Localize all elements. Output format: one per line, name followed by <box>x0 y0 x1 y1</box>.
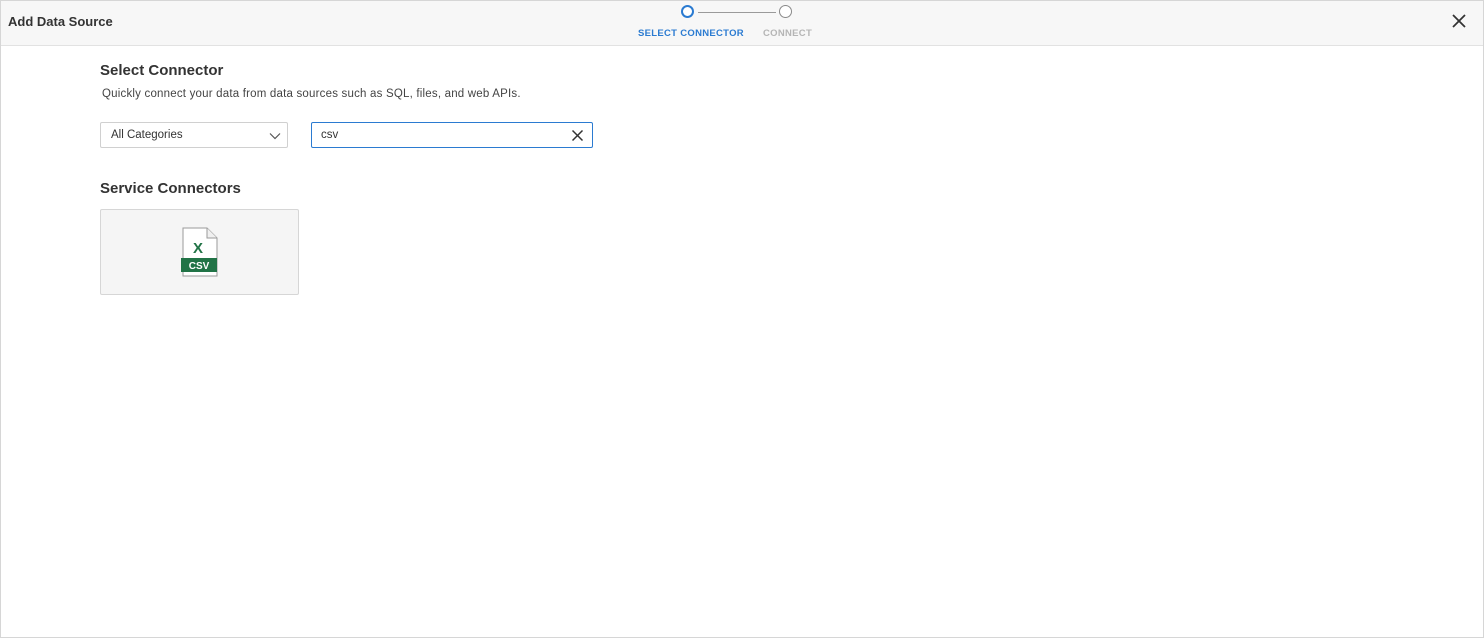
step-connect-label: CONNECT <box>763 28 813 39</box>
step-connector-line <box>698 12 776 13</box>
search-field[interactable] <box>311 122 593 148</box>
service-connectors-heading: Service Connectors <box>100 180 241 197</box>
close-icon <box>1452 14 1466 28</box>
step-1-indicator <box>681 5 694 18</box>
clear-search-icon[interactable] <box>571 129 584 142</box>
chevron-down-icon <box>269 133 281 140</box>
step-2-indicator <box>779 5 792 18</box>
stepper: SELECT CONNECTOR CONNECT <box>631 5 821 41</box>
add-data-source-dialog: Add Data Source SELECT CONNECTOR CONNECT… <box>0 0 1484 638</box>
category-dropdown[interactable]: All Categories <box>100 122 288 148</box>
csv-connector-card[interactable]: X CSV <box>100 209 299 295</box>
category-dropdown-value: All Categories <box>111 129 183 141</box>
csv-icon-text: CSV <box>189 261 210 272</box>
page-description: Quickly connect your data from data sour… <box>102 88 521 100</box>
search-input[interactable] <box>321 127 561 143</box>
dialog-title: Add Data Source <box>8 14 113 29</box>
csv-icon-letter: X <box>193 240 203 257</box>
dialog-header: Add Data Source SELECT CONNECTOR CONNECT <box>1 1 1483 46</box>
step-select-connector-label: SELECT CONNECTOR <box>638 28 744 39</box>
close-button[interactable] <box>1449 11 1469 31</box>
page-title: Select Connector <box>100 62 224 79</box>
csv-file-icon: X CSV <box>181 227 218 277</box>
